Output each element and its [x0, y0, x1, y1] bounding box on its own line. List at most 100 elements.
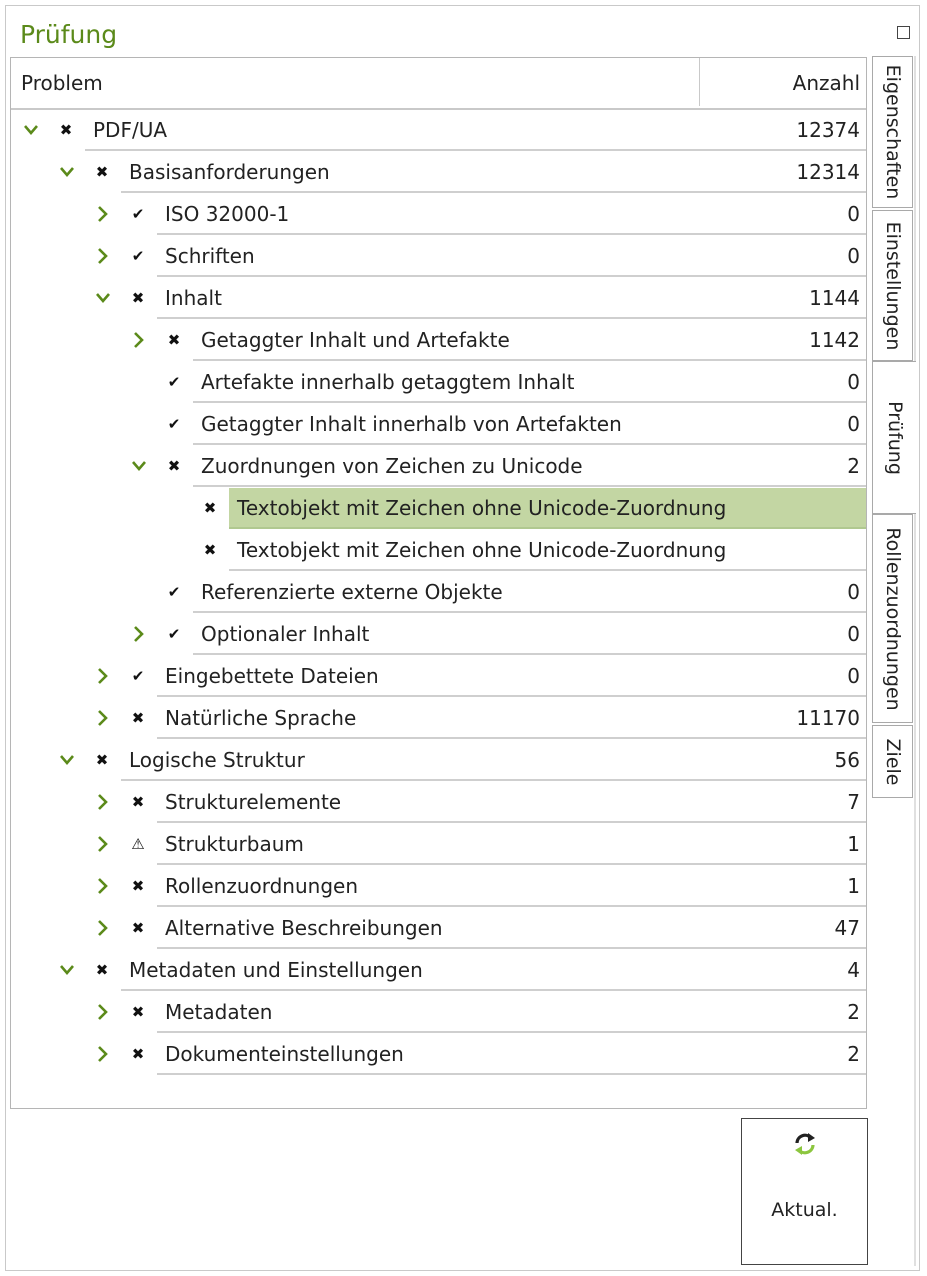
chevron-right-icon[interactable]: [95, 708, 111, 728]
warning-icon: ⚠: [131, 835, 145, 853]
tree-row[interactable]: ✖ Alternative Beschreibungen 47: [11, 908, 866, 950]
tab-label: Einstellungen: [881, 221, 904, 350]
tree-row[interactable]: ✔ Artefakte innerhalb getaggtem Inhalt 0: [11, 362, 866, 404]
chevron-down-icon[interactable]: [23, 120, 39, 140]
tree-row-label: Textobjekt mit Zeichen ohne Unicode-Zuor…: [237, 496, 727, 520]
tree-row-count: 2: [847, 1000, 860, 1024]
tree-row[interactable]: ✖ PDF/UA 12374: [11, 110, 866, 152]
tab-eigenschaften[interactable]: Eigenschaften: [872, 56, 913, 208]
chevron-down-icon[interactable]: [131, 456, 147, 476]
error-icon: ✖: [203, 541, 217, 559]
tree-row-cell: Getaggter Inhalt innerhalb von Artefakte…: [193, 404, 866, 445]
tree-row-cell: Natürliche Sprache 11170: [157, 698, 866, 739]
tree-row[interactable]: ✔ Schriften 0: [11, 236, 866, 278]
chevron-right-icon[interactable]: [95, 666, 111, 686]
chevron-right-icon[interactable]: [95, 1044, 111, 1064]
tree-row-label: Artefakte innerhalb getaggtem Inhalt: [201, 370, 575, 394]
tree-row[interactable]: ✔ Referenzierte externe Objekte 0: [11, 572, 866, 614]
tree-row-cell: Strukturelemente 7: [157, 782, 866, 823]
tree-row-label: Strukturbaum: [165, 832, 304, 856]
chevron-right-icon[interactable]: [95, 204, 111, 224]
tab-pr-fung[interactable]: Prüfung: [872, 361, 916, 514]
tab-label: Prüfung: [883, 400, 906, 475]
tree-row-label: Optionaler Inhalt: [201, 622, 370, 646]
tab-ziele[interactable]: Ziele: [872, 725, 913, 798]
tree-row-cell: Inhalt 1144: [157, 278, 866, 319]
check-icon: ✔: [167, 415, 181, 433]
tree-row-cell: Logische Struktur 56: [121, 740, 866, 781]
chevron-down-icon[interactable]: [59, 162, 75, 182]
check-icon: ✔: [167, 625, 181, 643]
tree-row-count: 7: [847, 790, 860, 814]
tree-row[interactable]: ✖ Rollenzuordnungen 1: [11, 866, 866, 908]
tree-row[interactable]: ✖ Metadaten 2: [11, 992, 866, 1034]
tree-row-label: Alternative Beschreibungen: [165, 916, 443, 940]
column-header-problem[interactable]: Problem: [11, 58, 700, 106]
tree-row-cell: Referenzierte externe Objekte 0: [193, 572, 866, 613]
tree-rows: ✖ PDF/UA 12374 ✖ Basisanforderungen 12314 ✔ ISO…: [11, 110, 866, 1076]
tree-row[interactable]: ⚠ Strukturbaum 1: [11, 824, 866, 866]
tree-row-count: 2: [847, 454, 860, 478]
tree-row[interactable]: ✖ Metadaten und Einstellungen 4: [11, 950, 866, 992]
tree-row-cell: Eingebettete Dateien 0: [157, 656, 866, 697]
check-icon: ✔: [131, 667, 145, 685]
tree-row-count: 47: [834, 916, 860, 940]
chevron-right-icon[interactable]: [95, 792, 111, 812]
tree-row[interactable]: ✔ Eingebettete Dateien 0: [11, 656, 866, 698]
tree-row[interactable]: ✔ ISO 32000-1 0: [11, 194, 866, 236]
tree-row[interactable]: ✔ Optionaler Inhalt 0: [11, 614, 866, 656]
refresh-label: Aktual.: [771, 1199, 838, 1221]
error-icon: ✖: [95, 163, 109, 181]
tree-row[interactable]: ✔ Getaggter Inhalt innerhalb von Artefakt…: [11, 404, 866, 446]
tree-row[interactable]: ✖ Zuordnungen von Zeichen zu Unicode 2: [11, 446, 866, 488]
error-icon: ✖: [167, 457, 181, 475]
error-icon: ✖: [95, 751, 109, 769]
tree-row-label: PDF/UA: [93, 118, 168, 142]
chevron-right-icon[interactable]: [131, 624, 147, 644]
chevron-right-icon[interactable]: [95, 1002, 111, 1022]
tree-row-cell: Getaggter Inhalt und Artefakte 1142: [193, 320, 866, 361]
tree-row-count: 0: [847, 370, 860, 394]
tree-row-label: Schriften: [165, 244, 255, 268]
chevron-down-icon[interactable]: [95, 288, 111, 308]
tree-row-count: 11170: [796, 706, 860, 730]
tree-row-count: 0: [847, 580, 860, 604]
tree-row[interactable]: ✖ Dokumenteinstellungen 2: [11, 1034, 866, 1076]
chevron-right-icon[interactable]: [95, 918, 111, 938]
error-icon: ✖: [59, 121, 73, 139]
tree-row[interactable]: ✖ Textobjekt mit Zeichen ohne Unicode-Zuo…: [11, 530, 866, 572]
chevron-down-icon[interactable]: [59, 750, 75, 770]
tree-row[interactable]: ✖ Inhalt 1144: [11, 278, 866, 320]
chevron-right-icon[interactable]: [95, 834, 111, 854]
chevron-right-icon[interactable]: [95, 246, 111, 266]
tree-row[interactable]: ✖ Strukturelemente 7: [11, 782, 866, 824]
error-icon: ✖: [203, 499, 217, 517]
tree-row-count: 1142: [809, 328, 860, 352]
tree-row-cell: Dokumenteinstellungen 2: [157, 1034, 866, 1075]
error-icon: ✖: [131, 919, 145, 937]
chevron-down-icon[interactable]: [59, 960, 75, 980]
tree-row-cell: Optionaler Inhalt 0: [193, 614, 866, 655]
refresh-button[interactable]: Aktual.: [741, 1118, 868, 1265]
tree-row[interactable]: ✖ Natürliche Sprache 11170: [11, 698, 866, 740]
tree-row[interactable]: ✖ Textobjekt mit Zeichen ohne Unicode-Zuo…: [11, 488, 866, 530]
tree-row[interactable]: ✖ Basisanforderungen 12314: [11, 152, 866, 194]
maximize-icon[interactable]: [897, 26, 910, 39]
tree-header: Problem Anzahl: [11, 58, 866, 110]
error-icon: ✖: [131, 1003, 145, 1021]
column-header-count[interactable]: Anzahl: [793, 58, 860, 106]
tree-row-label: Inhalt: [165, 286, 222, 310]
tree-row-count: 12314: [796, 160, 860, 184]
tree-row-label: Metadaten: [165, 1000, 273, 1024]
tab-einstellungen[interactable]: Einstellungen: [872, 210, 913, 361]
tree-row[interactable]: ✖ Getaggter Inhalt und Artefakte 1142: [11, 320, 866, 362]
chevron-right-icon[interactable]: [131, 330, 147, 350]
tree-row[interactable]: ✖ Logische Struktur 56: [11, 740, 866, 782]
tree-row-cell: Strukturbaum 1: [157, 824, 866, 865]
problem-tree[interactable]: Problem Anzahl ✖ PDF/UA 12374 ✖ Basisanforde…: [10, 57, 867, 1109]
tree-row-count: 0: [847, 664, 860, 688]
chevron-right-icon[interactable]: [95, 876, 111, 896]
tree-row-label: Logische Struktur: [129, 748, 305, 772]
tree-row-count: 2: [847, 1042, 860, 1066]
tab-rollenzuordnungen[interactable]: Rollenzuordnungen: [872, 514, 913, 723]
